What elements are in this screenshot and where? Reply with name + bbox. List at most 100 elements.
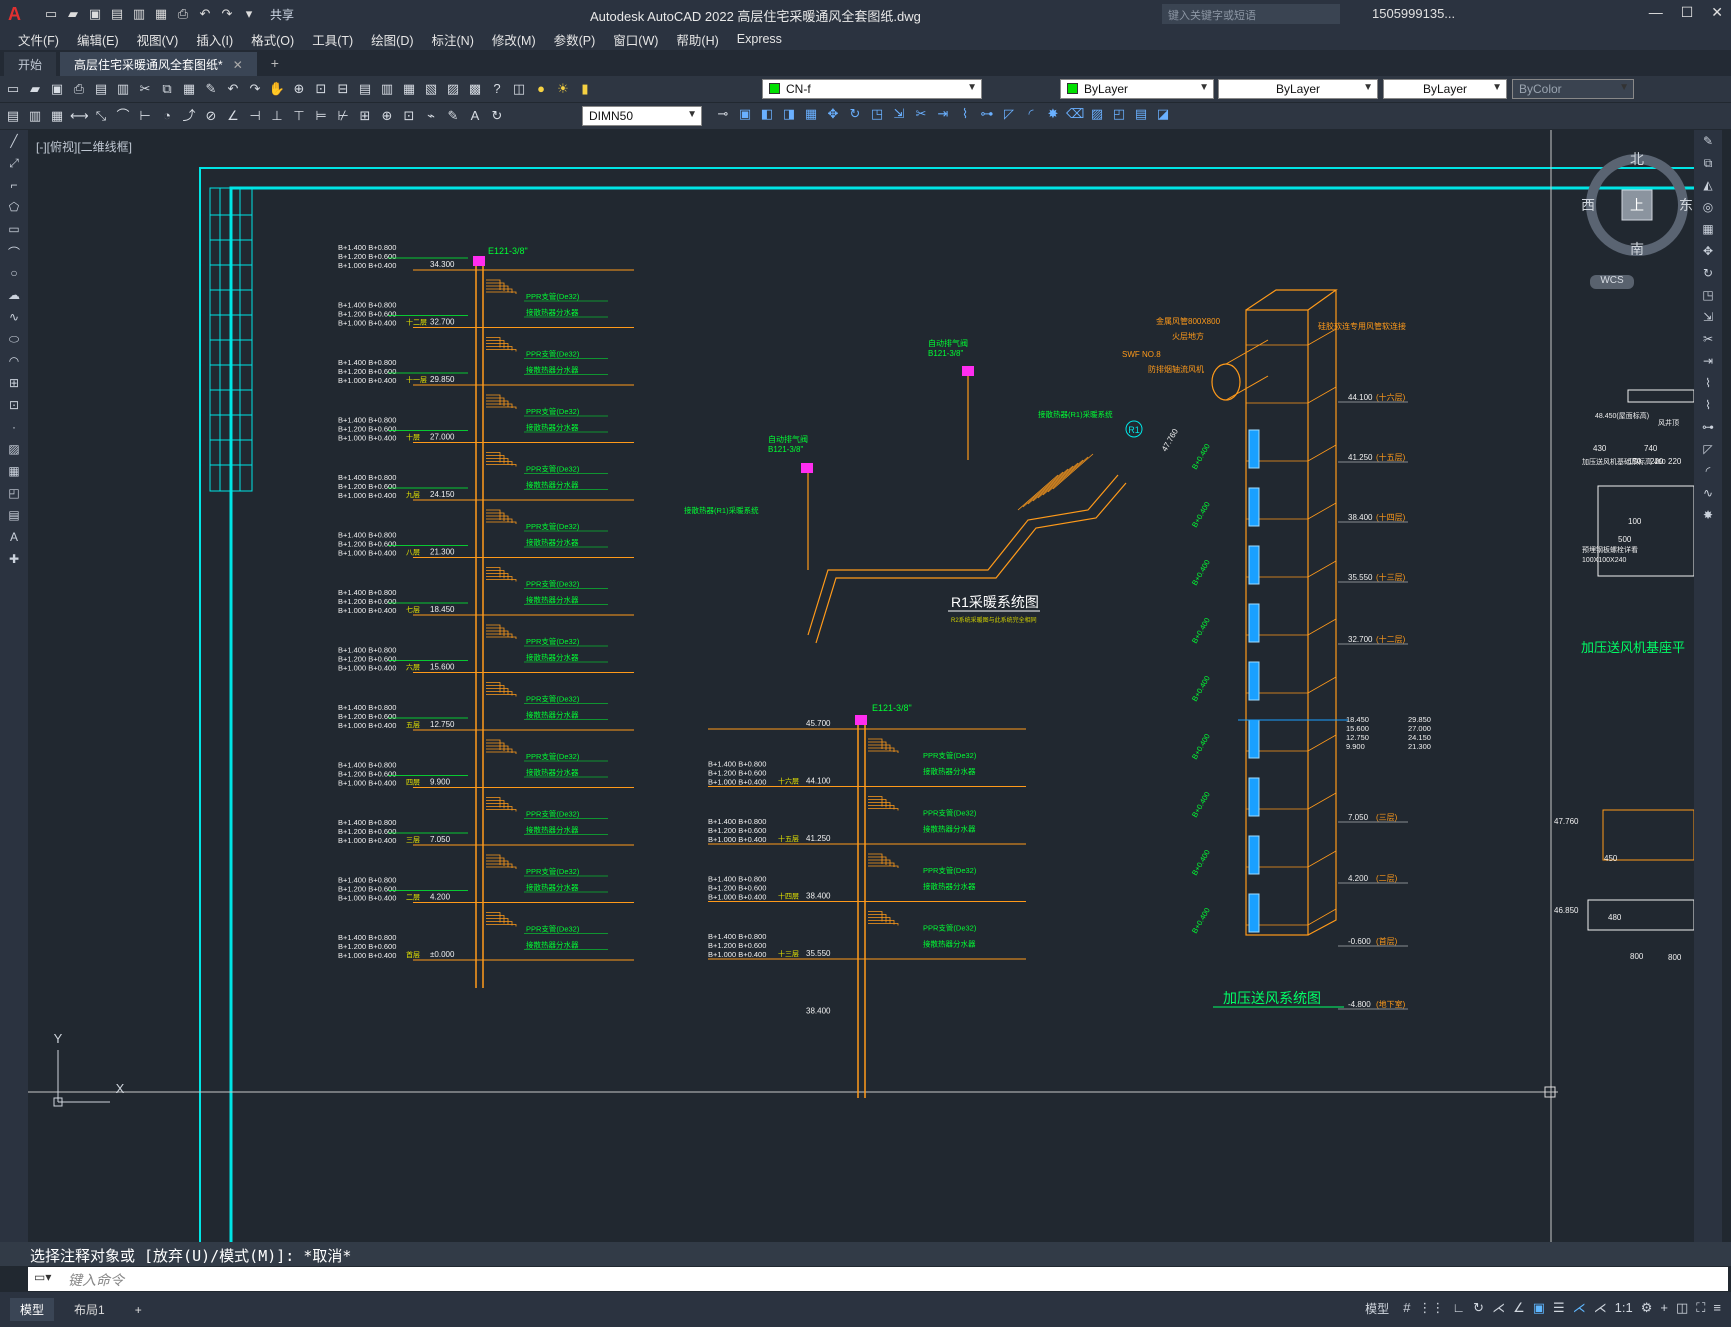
cut-icon[interactable]: ✂	[136, 80, 154, 98]
open-web-icon[interactable]: ▥	[130, 5, 148, 23]
rotate-icon[interactable]: ↻	[846, 105, 864, 123]
close-icon[interactable]: ✕	[1711, 4, 1723, 21]
move-tool-icon[interactable]: ✥	[1698, 244, 1718, 262]
color-dropdown[interactable]: ByLayer ▼	[1060, 79, 1214, 99]
tab-layout1[interactable]: 布局1	[64, 1298, 115, 1321]
polar-icon[interactable]: ↻	[1473, 1300, 1484, 1317]
rectangle-icon[interactable]: ▭	[4, 222, 24, 240]
revision-cloud-icon[interactable]: ☁	[4, 288, 24, 306]
zoom-previous-icon[interactable]: ⊟	[334, 80, 352, 98]
gradient-icon[interactable]: ▦	[4, 464, 24, 482]
wcs-menu[interactable]: WCS	[1590, 275, 1634, 289]
save-icon[interactable]: ▣	[48, 80, 66, 98]
search-input[interactable]: 键入关键字或短语	[1162, 4, 1340, 24]
sheet-set-icon[interactable]: ▧	[422, 80, 440, 98]
save-as-icon[interactable]: ▤	[108, 5, 126, 23]
angular-icon[interactable]: ∠	[224, 107, 242, 125]
model-space-toggle[interactable]: 模型	[1365, 1300, 1389, 1317]
trim-icon[interactable]: ✂	[912, 105, 930, 123]
redo-icon[interactable]: ↷	[218, 5, 236, 23]
open-icon[interactable]: ▰	[26, 80, 44, 98]
erase-icon[interactable]: ⌫	[1066, 105, 1084, 123]
menu-insert[interactable]: 插入(I)	[196, 30, 233, 49]
dim-text-edit-icon[interactable]: A	[466, 107, 484, 125]
customize-icon[interactable]: ≡	[1713, 1300, 1721, 1317]
table-icon[interactable]: ▤	[1132, 105, 1150, 123]
tab-drawing[interactable]: 高层住宅采暖通风全套图纸* ✕	[60, 52, 257, 76]
point-icon[interactable]: ·	[4, 420, 24, 438]
polygon-icon[interactable]: ⬠	[4, 200, 24, 218]
move-icon[interactable]: ✥	[824, 105, 842, 123]
light-bulb-icon[interactable]: ●	[532, 80, 550, 98]
customize-qat-icon[interactable]: ▾	[240, 5, 258, 23]
baseline-icon[interactable]: ⊥	[268, 107, 286, 125]
make-block-icon[interactable]: ⊡	[4, 398, 24, 416]
menu-express[interactable]: Express	[737, 32, 782, 46]
zoom-realtime-icon[interactable]: ⊕	[290, 80, 308, 98]
chamfer-tool-icon[interactable]: ◸	[1698, 442, 1718, 460]
ellipse-icon[interactable]: ⬭	[4, 332, 24, 350]
tool-palettes-icon[interactable]: ▦	[400, 80, 418, 98]
join-tool-icon[interactable]: ⊶	[1698, 420, 1718, 438]
break-object-icon[interactable]: ⌇	[1698, 398, 1718, 416]
isolate-icon[interactable]: ◫	[1676, 1300, 1688, 1317]
paste-icon[interactable]: ▦	[180, 80, 198, 98]
draw-order-icon[interactable]: ▤	[4, 107, 22, 125]
construction-line-icon[interactable]: ⤢	[4, 156, 24, 174]
block-icon[interactable]: ▦	[48, 107, 66, 125]
close-tab-icon[interactable]: ✕	[233, 58, 243, 72]
menu-help[interactable]: 帮助(H)	[676, 30, 718, 49]
quick-dim-icon[interactable]: ⊣	[246, 107, 264, 125]
command-menu-icon[interactable]: ▭▾	[34, 1270, 51, 1284]
viewcube[interactable]: 北 南 东 西 上	[1582, 150, 1692, 260]
arc-icon[interactable]: ⌒	[4, 244, 24, 262]
menu-format[interactable]: 格式(O)	[251, 30, 294, 49]
stretch-tool-icon[interactable]: ⇲	[1698, 310, 1718, 328]
center-mark-icon[interactable]: ⊕	[378, 107, 396, 125]
line-icon[interactable]: ╱	[4, 134, 24, 152]
new-tab-button[interactable]: +	[271, 55, 279, 71]
viewcube-south[interactable]: 南	[1630, 241, 1644, 257]
scale-tool-icon[interactable]: ◳	[1698, 288, 1718, 306]
dimstyle-dropdown[interactable]: DIMN50 ▼	[582, 106, 702, 126]
radius-icon[interactable]: ◔	[158, 107, 176, 125]
array-tool-icon[interactable]: ▦	[1698, 222, 1718, 240]
linear-dim-icon[interactable]: ⟷	[70, 107, 89, 125]
viewcube-west[interactable]: 西	[1582, 197, 1595, 213]
menu-tools[interactable]: 工具(T)	[312, 30, 353, 49]
copy-icon[interactable]: ⧉	[158, 80, 176, 98]
lock-icon[interactable]: ▮	[576, 80, 594, 98]
mirror-tool-icon[interactable]: ◭	[1698, 178, 1718, 196]
menu-file[interactable]: 文件(F)	[18, 30, 59, 49]
ellipse-arc-icon[interactable]: ◠	[4, 354, 24, 372]
annotation-scale[interactable]: 1:1	[1615, 1300, 1633, 1317]
inspect-icon[interactable]: ⊡	[400, 107, 418, 125]
group-icon[interactable]: ▥	[26, 107, 44, 125]
menu-modify[interactable]: 修改(M)	[492, 30, 536, 49]
command-input[interactable]: ▭▾ 键入命令	[28, 1267, 1728, 1291]
break-point-icon[interactable]: ⌇	[1698, 376, 1718, 394]
share-button[interactable]: 共享	[270, 6, 294, 23]
ortho-icon[interactable]: ∟	[1452, 1300, 1465, 1317]
plot-icon[interactable]: ⎙	[174, 5, 192, 23]
undo-icon[interactable]: ↶	[196, 5, 214, 23]
new-file-icon[interactable]: ▭	[42, 5, 60, 23]
sun-icon[interactable]: ☀	[554, 80, 572, 98]
viewport-controls[interactable]: [-][俯视][二维线框]	[36, 138, 132, 155]
explode-icon[interactable]: ✸	[1044, 105, 1062, 123]
spline-icon[interactable]: ∿	[4, 310, 24, 328]
design-center-icon[interactable]: ▥	[378, 80, 396, 98]
fillet-icon[interactable]: ◜	[1022, 105, 1040, 123]
add-layout-button[interactable]: +	[125, 1300, 152, 1320]
minimize-icon[interactable]: —	[1649, 4, 1663, 21]
menu-parametric[interactable]: 参数(P)	[554, 30, 596, 49]
layer-manager-icon[interactable]: ◫	[510, 80, 528, 98]
tolerance-icon[interactable]: ⊞	[356, 107, 374, 125]
lineweight-dropdown[interactable]: ByLayer ▼	[1383, 79, 1507, 99]
menu-draw[interactable]: 绘图(D)	[371, 30, 413, 49]
fillet-tool-icon[interactable]: ◜	[1698, 464, 1718, 482]
extend-tool-icon[interactable]: ⇥	[1698, 354, 1718, 372]
extend-icon[interactable]: ⇥	[934, 105, 952, 123]
hatch-icon[interactable]: ▨	[1088, 105, 1106, 123]
edit-dim-icon[interactable]: ✎	[444, 107, 462, 125]
